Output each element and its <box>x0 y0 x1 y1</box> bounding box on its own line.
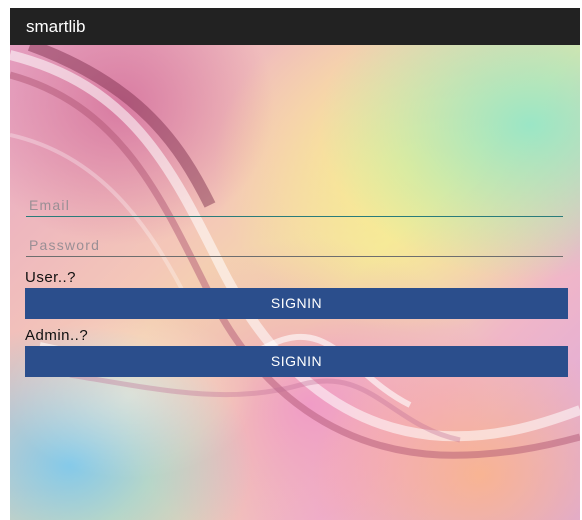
app-title: smartlib <box>26 17 86 36</box>
login-screen: User..? SIGNIN Admin..? SIGNIN <box>10 45 580 520</box>
app-screen: smartlib User..? SIGNIN Admin..? SIGNIN <box>10 8 580 520</box>
app-bar: smartlib <box>10 8 580 45</box>
user-label: User..? <box>25 269 77 286</box>
admin-label: Admin..? <box>25 327 89 344</box>
background-wave-image <box>10 45 580 459</box>
password-field[interactable] <box>26 233 563 257</box>
admin-signin-button[interactable]: SIGNIN <box>25 346 568 377</box>
email-field[interactable] <box>26 193 563 217</box>
user-signin-button[interactable]: SIGNIN <box>25 288 568 319</box>
